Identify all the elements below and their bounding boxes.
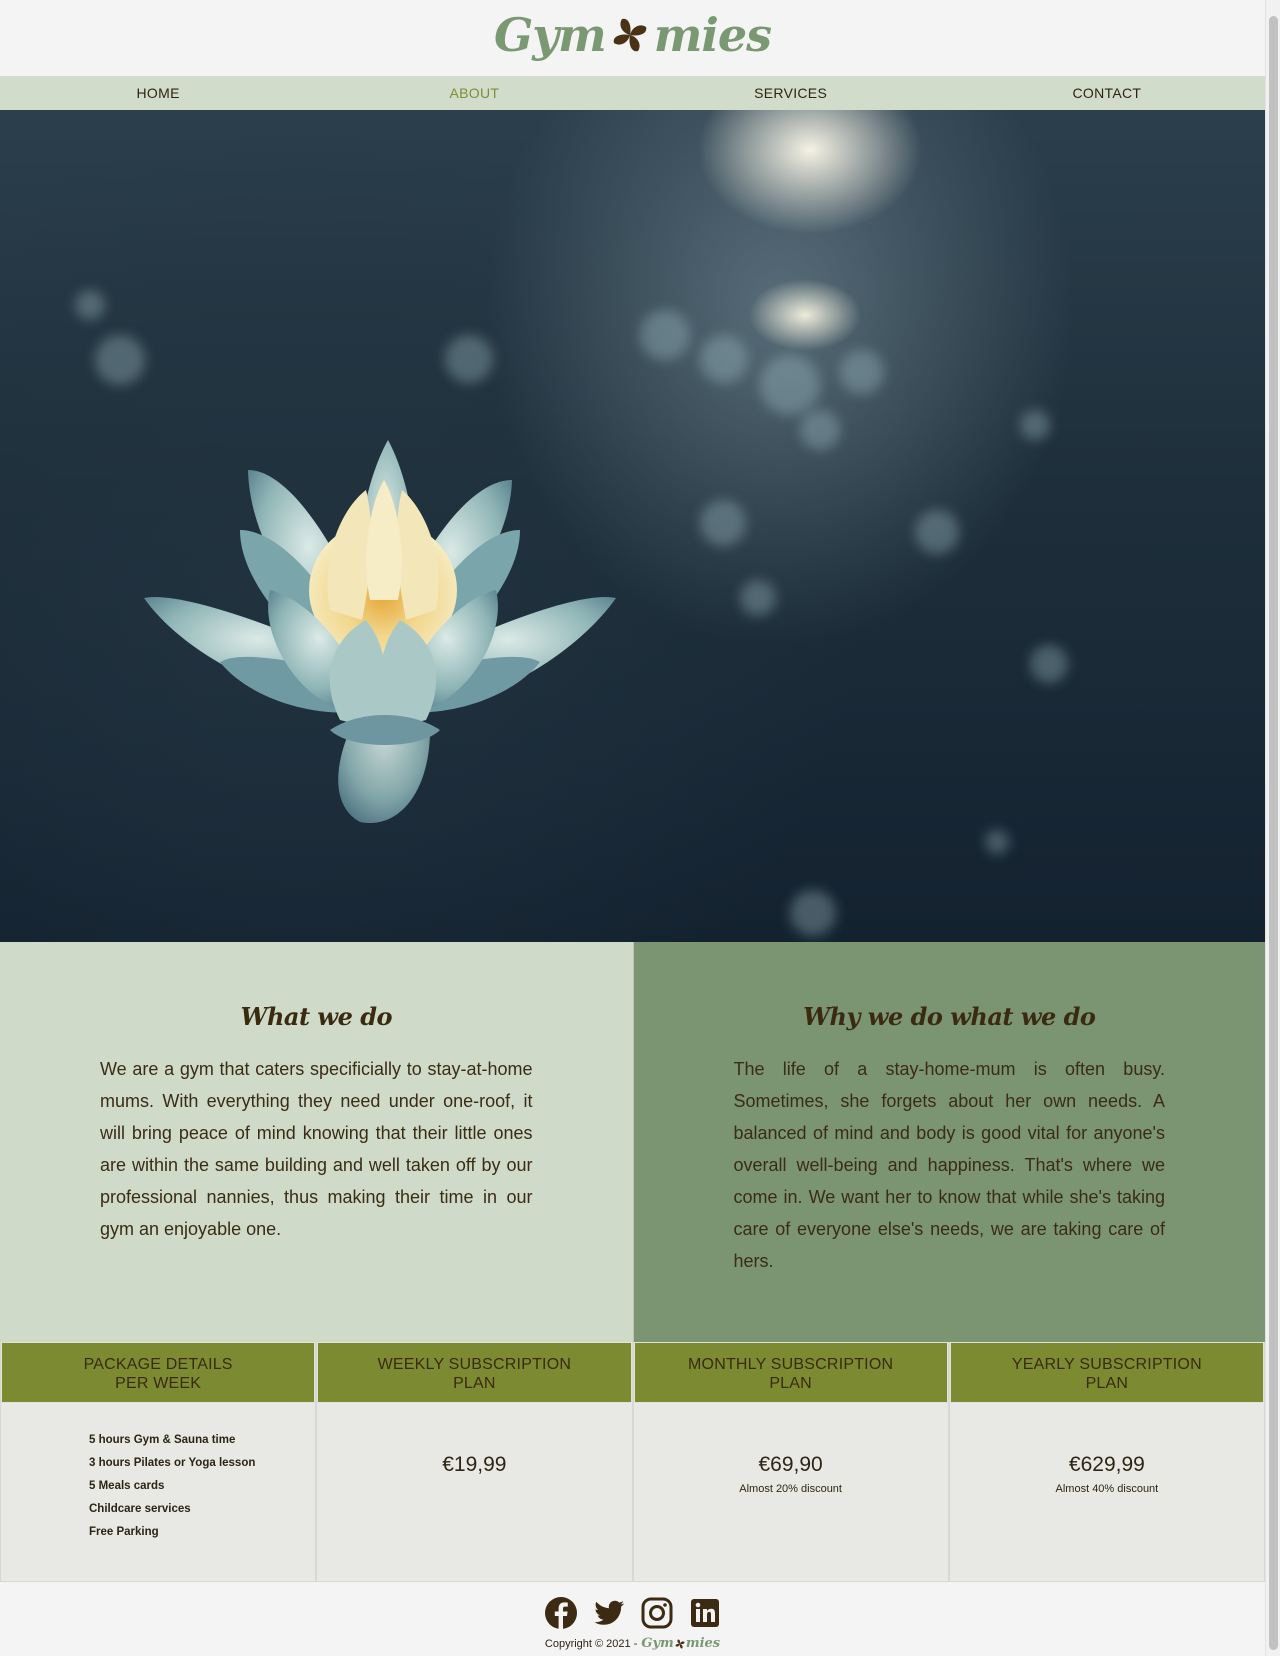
page: Gym mies HOME ABOUT SERVICES CONTACT Wha… (0, 0, 1265, 1656)
list-item: Free Parking (89, 1526, 159, 1538)
pricing-table: PACKAGE DETAILS PER WEEK 5 hours Gym & S… (0, 1342, 1265, 1582)
footer-logo-right: mies (685, 1636, 721, 1651)
what-we-do-heading: What we do (240, 1002, 393, 1031)
main-nav: HOME ABOUT SERVICES CONTACT (0, 76, 1265, 110)
bokeh-light (75, 290, 105, 320)
header-line: PLAN (453, 1375, 496, 1392)
list-item: 5 Meals cards (89, 1480, 165, 1492)
bokeh-light (760, 355, 820, 415)
yearly-plan-column: YEARLY SUBSCRIPTION PLAN €629,99 Almost … (948, 1342, 1265, 1582)
bokeh-light (790, 890, 836, 936)
scrollbar[interactable] (1265, 0, 1280, 1656)
list-item: Childcare services (89, 1503, 191, 1515)
hero-image (0, 110, 1265, 942)
footer-logo: Gym mies (641, 1636, 720, 1651)
why-we-do-heading: Why we do what we do (803, 1002, 1096, 1031)
pricing-header: MONTHLY SUBSCRIPTION PLAN (633, 1342, 948, 1403)
pricing-header: PACKAGE DETAILS PER WEEK (1, 1342, 316, 1403)
list-item: 3 hours Pilates or Yoga lesson (89, 1457, 256, 1469)
bokeh-light (985, 830, 1009, 854)
pricing-header: WEEKLY SUBSCRIPTION PLAN (317, 1342, 632, 1403)
instagram-icon[interactable] (640, 1596, 674, 1630)
copyright: Copyright © 2021 - Gym mies (0, 1636, 1265, 1651)
weekly-plan-body: €19,99 (317, 1403, 631, 1581)
why-we-do-panel: Why we do what we do The life of a stay-… (632, 942, 1265, 1342)
info-section: What we do We are a gym that caters spec… (0, 942, 1265, 1342)
logo-text-left: Gym (494, 8, 607, 62)
header-line: PACKAGE DETAILS (83, 1356, 233, 1373)
nav-services[interactable]: SERVICES (633, 76, 949, 110)
header-line: YEARLY SUBSCRIPTION (1011, 1356, 1202, 1373)
nav-contact[interactable]: CONTACT (949, 76, 1265, 110)
list-item: 5 hours Gym & Sauna time (89, 1434, 236, 1446)
nav-about[interactable]: ABOUT (316, 76, 632, 110)
pinwheel-icon (613, 18, 646, 52)
yearly-price: €629,99 (1068, 1453, 1145, 1476)
header-line: PER WEEK (115, 1375, 202, 1392)
bokeh-light (1020, 410, 1050, 440)
social-links (0, 1596, 1265, 1630)
monthly-price: €69,90 (758, 1453, 823, 1476)
nav-home[interactable]: HOME (0, 76, 316, 110)
facebook-icon[interactable] (544, 1596, 578, 1630)
what-we-do-panel: What we do We are a gym that caters spec… (0, 942, 633, 1342)
pricing-header: YEARLY SUBSCRIPTION PLAN (949, 1342, 1264, 1403)
footer-logo-left: Gym (641, 1636, 674, 1651)
why-we-do-text: The life of a stay-home-mum is often bus… (733, 1059, 1166, 1271)
weekly-price: €19,99 (442, 1453, 507, 1476)
bokeh-light (95, 335, 145, 385)
bokeh-light (740, 580, 776, 616)
twitter-icon[interactable] (592, 1596, 626, 1630)
bokeh-light (700, 335, 748, 383)
header-line: MONTHLY SUBSCRIPTION (688, 1356, 894, 1373)
package-details-column: PACKAGE DETAILS PER WEEK 5 hours Gym & S… (0, 1342, 317, 1582)
bokeh-light (915, 510, 959, 554)
bokeh-light (840, 350, 884, 394)
weekly-plan-column: WEEKLY SUBSCRIPTION PLAN €19,99 (316, 1342, 633, 1582)
bokeh-light (445, 335, 493, 383)
footer: Copyright © 2021 - Gym mies (0, 1582, 1265, 1656)
monthly-plan-column: MONTHLY SUBSCRIPTION PLAN €69,90 Almost … (632, 1342, 949, 1582)
bokeh-light (640, 310, 690, 360)
copyright-text: Copyright © 2021 - (544, 1637, 638, 1650)
what-we-do-text: We are a gym that caters specificially t… (100, 1059, 533, 1239)
linkedin-icon[interactable] (688, 1596, 722, 1630)
package-details-list: 5 hours Gym & Sauna time 3 hours Pilates… (1, 1403, 315, 1581)
header-line: WEEKLY SUBSCRIPTION (377, 1356, 572, 1373)
bokeh-light (800, 410, 840, 450)
water-lily-image (144, 440, 616, 824)
logo-text-right: mies (653, 8, 772, 62)
yearly-discount: Almost 40% discount (1055, 1483, 1159, 1495)
logo[interactable]: Gym mies (0, 8, 1265, 62)
header: Gym mies (0, 0, 1265, 76)
yearly-plan-body: €629,99 Almost 40% discount (950, 1403, 1264, 1581)
monthly-plan-body: €69,90 Almost 20% discount (634, 1403, 948, 1581)
monthly-discount: Almost 20% discount (739, 1483, 842, 1495)
header-line: PLAN (769, 1375, 812, 1392)
pinwheel-icon (675, 1639, 685, 1648)
header-line: PLAN (1085, 1375, 1129, 1392)
bokeh-light (1030, 645, 1068, 683)
scrollbar-thumb[interactable] (1269, 16, 1278, 1650)
bokeh-light (700, 500, 746, 546)
